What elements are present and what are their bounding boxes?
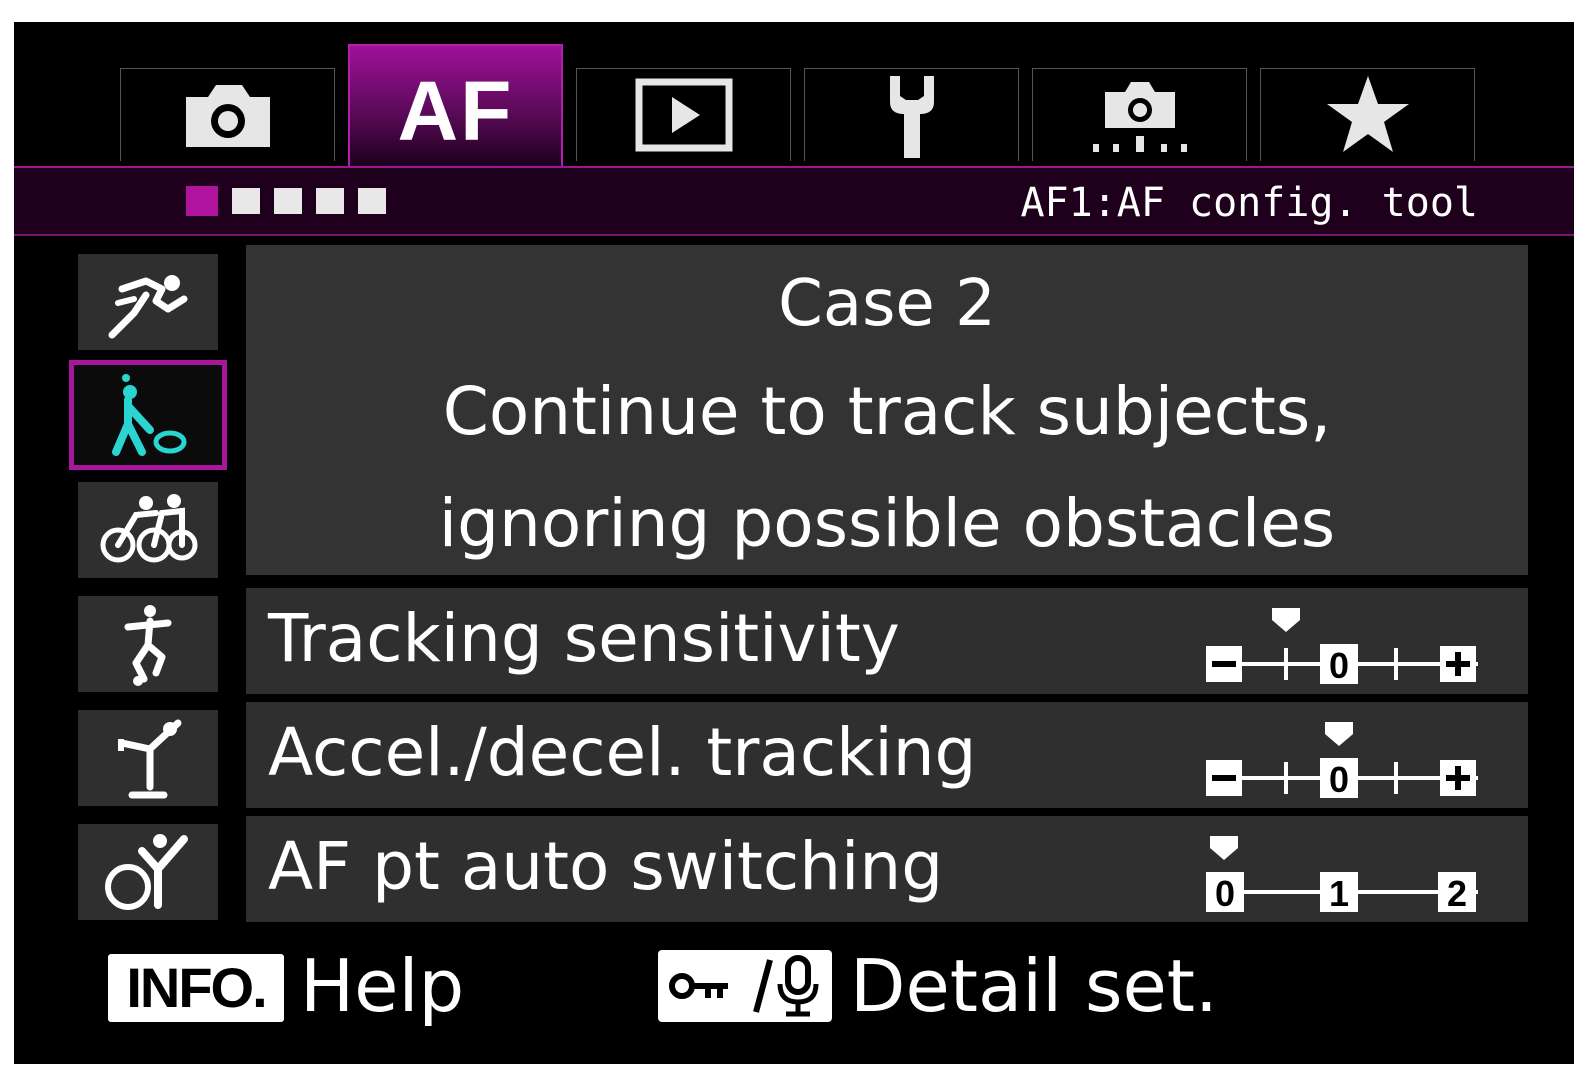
setting-row-tracking-sensitivity[interactable]: Tracking sensitivity 0	[246, 588, 1528, 694]
protect-voice-memo-button[interactable]	[658, 950, 832, 1022]
custom-functions-icon	[1092, 82, 1187, 152]
setting-row-accel-decel-tracking[interactable]: Accel./decel. tracking 0	[246, 702, 1528, 808]
runner-icon	[108, 275, 188, 339]
case-description-line-1: Continue to track subjects,	[442, 373, 1332, 450]
page-dot	[358, 188, 386, 214]
scale-zero: 0	[1215, 873, 1235, 914]
tab-custom[interactable]	[1032, 68, 1247, 161]
camera-icon	[185, 85, 270, 147]
tracking-sensitivity-scale: 0	[1206, 608, 1478, 686]
setting-label: Tracking sensitivity	[268, 600, 900, 677]
scale-two: 2	[1447, 873, 1467, 914]
bmx-rider-icon	[105, 834, 188, 910]
help-label: Help	[300, 944, 465, 1028]
case-title: Case 2	[778, 267, 996, 341]
page-dot	[232, 188, 260, 214]
scale-one: 1	[1329, 873, 1349, 914]
case-3-button[interactable]	[78, 482, 218, 578]
setting-label: AF pt auto switching	[268, 828, 944, 905]
tab-playback[interactable]	[576, 68, 791, 161]
case-1-button[interactable]	[78, 254, 218, 350]
play-icon	[635, 78, 732, 152]
tab-setup[interactable]	[804, 68, 1019, 161]
value-marker-icon	[1325, 722, 1353, 746]
tab-shooting[interactable]	[120, 68, 335, 161]
page-dot	[316, 188, 344, 214]
page-dot	[274, 188, 302, 214]
info-button[interactable]: INFO.	[108, 954, 284, 1022]
case-5-button[interactable]	[78, 710, 218, 806]
tab-af-label: AF	[397, 63, 514, 158]
star-icon	[1326, 76, 1409, 152]
value-marker-icon	[1210, 836, 1238, 860]
skater-icon	[118, 719, 182, 799]
page-indicator	[186, 186, 386, 216]
menu-page-title: AF1:AF config. tool	[1020, 180, 1478, 226]
scale-zero: 0	[1329, 645, 1349, 686]
case-4-button[interactable]	[78, 596, 218, 692]
case-6-button[interactable]	[78, 824, 218, 920]
sub-header: AF1:AF config. tool	[14, 168, 1574, 236]
protect-voice-memo-icon	[669, 955, 819, 1017]
detail-set-label: Detail set.	[850, 944, 1218, 1028]
footer-hints: INFO. Help Detail set.	[14, 940, 1574, 1060]
case-description-panel: Case 2 Continue to track subjects, ignor…	[246, 245, 1528, 575]
scale-zero: 0	[1329, 759, 1349, 800]
tab-af[interactable]: AF	[348, 44, 563, 168]
camera-menu-screen: AF AF1:AF config. tool Case 2 Continue t…	[14, 22, 1574, 1064]
setting-row-af-pt-auto-switching[interactable]: AF pt auto switching 0 1 2	[246, 816, 1528, 922]
setting-label: Accel./decel. tracking	[268, 714, 977, 791]
case-2-button[interactable]	[69, 360, 227, 470]
soccer-player-icon	[124, 605, 172, 686]
wrench-icon	[889, 76, 934, 158]
case-description-line-2: ignoring possible obstacles	[438, 485, 1336, 562]
page-dot-current	[186, 186, 218, 216]
tab-my-menu[interactable]	[1260, 68, 1475, 161]
cyclists-icon	[100, 494, 198, 563]
af-pt-auto-switching-scale: 0 1 2	[1206, 836, 1478, 914]
tennis-player-icon	[112, 374, 187, 456]
menu-tabs: AF	[14, 22, 1574, 168]
value-marker-icon	[1272, 608, 1300, 632]
accel-decel-tracking-scale: 0	[1206, 722, 1478, 800]
